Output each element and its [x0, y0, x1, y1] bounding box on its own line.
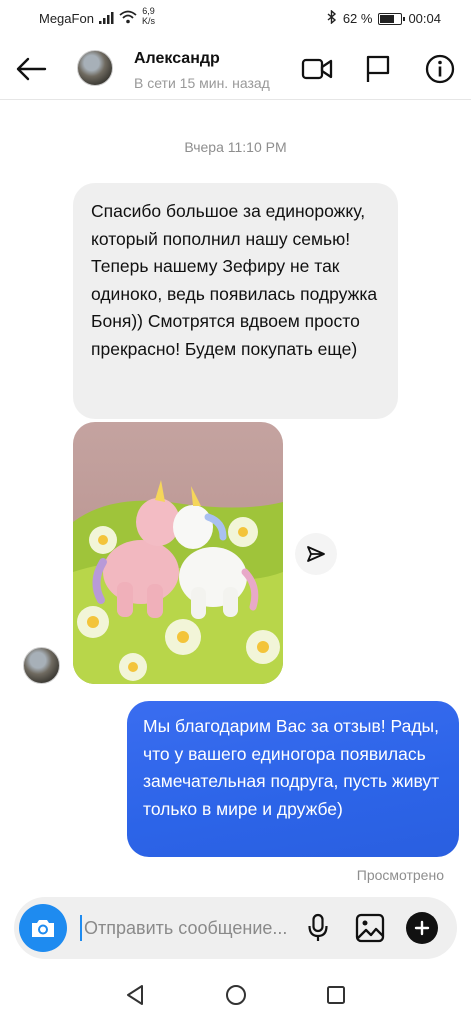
battery-icon	[378, 12, 406, 25]
microphone-icon[interactable]	[301, 911, 335, 945]
speed-unit: K/s	[142, 16, 156, 26]
circle-home-icon[interactable]	[223, 982, 249, 1008]
info-icon[interactable]	[423, 52, 457, 86]
camera-icon[interactable]	[19, 904, 67, 952]
presence-status: В сети 15 мин. назад	[134, 75, 270, 91]
message-composer	[14, 897, 457, 959]
square-recent-icon[interactable]	[323, 982, 349, 1008]
network-speed: 6,9 K/s	[142, 6, 155, 26]
outgoing-message-bubble[interactable]: Мы благодарим Вас за отзыв! Рады, что у …	[127, 701, 459, 857]
send-icon[interactable]	[295, 533, 337, 575]
plus-icon[interactable]	[405, 911, 439, 945]
battery-fill	[380, 14, 395, 23]
chat-header: Александр В сети 15 мин. назад	[0, 38, 471, 100]
status-bar: MegaFon 6,9 K/s 62 % 00:04	[0, 0, 471, 38]
unicorn-photo[interactable]	[73, 422, 283, 684]
speed-value: 6,9	[142, 6, 155, 16]
clock: 00:04	[408, 11, 441, 26]
image-icon[interactable]	[353, 911, 387, 945]
wifi-icon	[119, 10, 137, 27]
signal-icon	[99, 12, 115, 27]
message-timestamp: Вчера 11:10 PM	[184, 139, 287, 155]
flag-icon[interactable]	[361, 52, 395, 86]
message-input[interactable]	[80, 915, 290, 941]
seen-status: Просмотрено	[356, 867, 444, 883]
carrier-name: MegaFon	[39, 11, 94, 26]
status-right: 62 % 00:04	[327, 9, 441, 27]
arrow-left-icon[interactable]	[14, 52, 48, 86]
sender-avatar[interactable]	[23, 647, 60, 684]
avatar[interactable]	[77, 50, 113, 86]
triangle-back-icon[interactable]	[122, 982, 148, 1008]
system-nav-bar	[0, 968, 471, 1020]
bluetooth-icon	[327, 9, 337, 27]
incoming-message-bubble[interactable]: Спасибо большое за единорожку, который п…	[73, 183, 398, 419]
battery-percent: 62 %	[342, 11, 373, 26]
video-camera-icon[interactable]	[300, 52, 334, 86]
contact-name[interactable]: Александр	[134, 50, 220, 68]
